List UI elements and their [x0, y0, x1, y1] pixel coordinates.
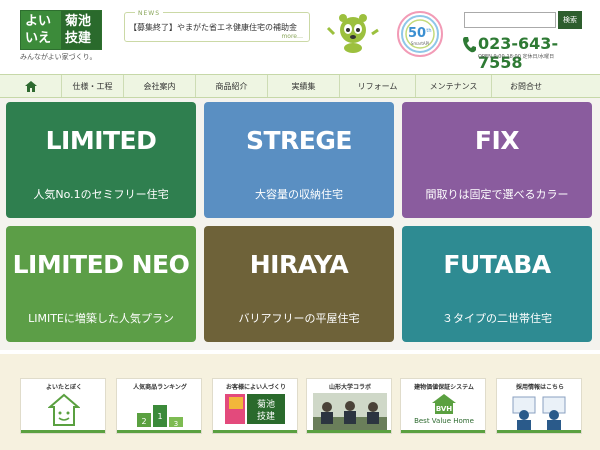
anniversary-badge-icon: 50 th SmartAPI — [397, 11, 443, 57]
banner-title: 建物価値保証システム — [414, 384, 474, 391]
banner-stripe — [497, 430, 581, 433]
svg-text:2: 2 — [141, 417, 146, 426]
search-input[interactable] — [464, 12, 556, 28]
banner-strip: よいたとぼく 人気商品ランキング 1 2 3 お客様によい人づくり 菊池 技建 — [0, 354, 600, 450]
nav-item-reform[interactable]: リフォーム — [340, 75, 416, 97]
bvh-logo-icon: BVH — [432, 394, 456, 414]
tile-fix[interactable]: FIX 間取りは固定で選べるカラー — [402, 102, 592, 218]
company-logo[interactable]: よい いえ 菊池 技建 — [20, 10, 102, 50]
nav-item-spec[interactable]: 仕様・工程 — [62, 75, 124, 97]
banner-stripe — [21, 430, 105, 433]
badge-sub: SmartAPI — [411, 41, 429, 46]
nav-item-contact[interactable]: お問合せ — [492, 75, 560, 97]
tile-title: HIRAYA — [249, 250, 349, 279]
banner-value-guarantee[interactable]: 建物価値保証システム BVH Best Value Home — [400, 378, 486, 434]
banner-stripe — [307, 430, 391, 433]
search-button[interactable]: 検索 — [558, 11, 582, 29]
nav-item-company[interactable]: 会社案内 — [124, 75, 196, 97]
banner-yamagata-univ[interactable]: 山形大学コラボ — [306, 378, 392, 434]
banner-recruit[interactable]: 採用情報はこちら — [496, 378, 582, 434]
banner-subtitle: Best Value Home — [414, 417, 474, 425]
recruit-people-icon — [512, 396, 566, 430]
tile-title: LIMITED NEO — [12, 250, 190, 279]
business-hours: OPEN 9:00-18:00 定休日/水曜日 — [478, 54, 555, 60]
banner-stripe — [213, 430, 297, 433]
banner-customers[interactable]: お客様によい人づくり 菊池 技建 — [212, 378, 298, 434]
logo-left-text: よい いえ — [21, 11, 61, 49]
svg-text:菊池: 菊池 — [257, 398, 275, 410]
main-nav: 仕様・工程 会社案内 商品紹介 実績集 リフォーム メンテナンス お問合せ — [0, 74, 600, 98]
collab-photo-icon — [313, 393, 387, 431]
tile-description: LIMITEに増築した人気プラン — [28, 312, 174, 325]
banner-title: よいたとぼく — [45, 384, 82, 391]
banner-ranking[interactable]: 人気商品ランキング 1 2 3 — [116, 378, 202, 434]
banner-stripe — [117, 430, 201, 433]
news-text[interactable]: 【募集終了】やまがた省エネ健康住宅の補助金 — [129, 22, 297, 33]
logo-right-text: 菊池 技建 — [61, 11, 101, 49]
tile-strege[interactable]: STREGE 大容量の収納住宅 — [204, 102, 394, 218]
svg-text:3: 3 — [174, 420, 178, 428]
banner-stripe — [401, 430, 485, 433]
news-label: NEWS — [135, 10, 164, 17]
tile-title: STREGE — [246, 126, 352, 155]
podium-icon: 1 2 3 — [137, 405, 183, 428]
tile-description: バリアフリーの平屋住宅 — [238, 312, 360, 325]
tile-description: 大容量の収納住宅 — [255, 188, 343, 201]
badge-number: 50 — [408, 26, 426, 41]
tagline: みんながよい家づくり。 — [20, 53, 97, 61]
svg-text:技建: 技建 — [257, 410, 275, 422]
nav-home[interactable] — [0, 75, 62, 97]
mascot-icon — [326, 14, 379, 53]
tile-description: 間取りは固定で選べるカラー — [425, 188, 569, 201]
tile-title: LIMITED — [45, 126, 157, 155]
home-icon — [24, 80, 37, 92]
tile-description: ３タイプの二世帯住宅 — [442, 312, 552, 325]
tile-limited-neo[interactable]: LIMITED NEO LIMITEに増築した人気プラン — [6, 226, 196, 342]
tile-futaba[interactable]: FUTABA ３タイプの二世帯住宅 — [402, 226, 592, 342]
banner-title: 山形大学コラボ — [328, 384, 371, 391]
banner-title: 人気商品ランキング — [133, 384, 187, 391]
house-icon — [48, 393, 80, 426]
mini-logo-icon: 菊池 技建 — [225, 394, 285, 424]
site-header: よい いえ 菊池 技建 みんながよい家づくり。 NEWS 【募集終了】やまがた省… — [0, 0, 600, 72]
svg-text:1: 1 — [157, 412, 162, 421]
nav-item-works[interactable]: 実績集 — [268, 75, 340, 97]
banner-yoita-boku[interactable]: よいたとぼく — [20, 378, 106, 434]
tile-title: FIX — [474, 126, 520, 155]
product-tiles: ・・・・・・・ LIMITED 人気No.1のセミフリー住宅 STREGE 大容… — [0, 98, 600, 350]
tile-title: FUTABA — [443, 250, 551, 279]
banner-title: 採用情報はこちら — [515, 384, 564, 391]
nav-item-products[interactable]: 商品紹介 — [196, 75, 268, 97]
phone-icon — [463, 37, 476, 53]
news-more-link[interactable]: more… — [281, 33, 303, 40]
nav-item-maintenance[interactable]: メンテナンス — [416, 75, 492, 97]
tile-description: 人気No.1のセミフリー住宅 — [33, 188, 169, 201]
news-box[interactable]: NEWS 【募集終了】やまがた省エネ健康住宅の補助金 more… — [124, 10, 310, 42]
tile-limited[interactable]: LIMITED 人気No.1のセミフリー住宅 — [6, 102, 196, 218]
svg-text:BVH: BVH — [436, 405, 452, 413]
tile-hiraya[interactable]: HIRAYA バリアフリーの平屋住宅 — [204, 226, 394, 342]
badge-suffix: th — [426, 28, 431, 34]
banner-title: お客様によい人づくり — [225, 384, 286, 391]
